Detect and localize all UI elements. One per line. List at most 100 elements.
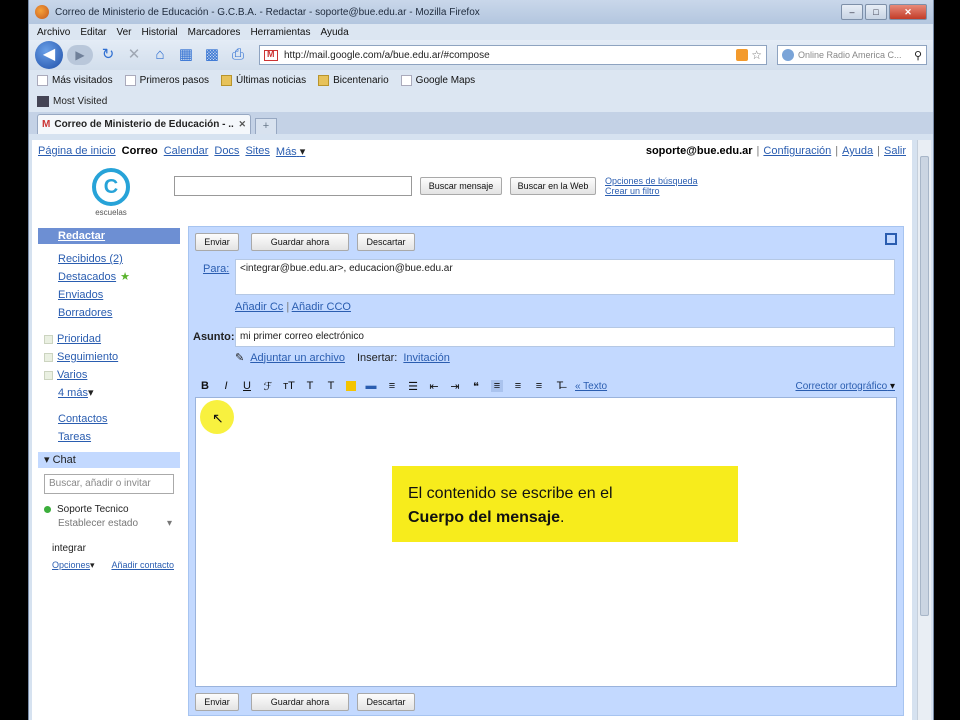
numbered-list-icon[interactable]: ≡	[386, 380, 398, 392]
menu-marcadores[interactable]: Marcadores	[188, 27, 241, 38]
bookmark-ultimas-noticias[interactable]: Últimas noticias	[221, 74, 306, 86]
popout-icon[interactable]	[885, 233, 897, 245]
toolbar-icon[interactable]	[37, 95, 49, 107]
chat-options-link[interactable]: Opciones	[52, 560, 90, 570]
invitation-link[interactable]: Invitación	[403, 352, 449, 364]
maximize-button[interactable]: □	[865, 4, 887, 20]
compose-link[interactable]: Redactar	[38, 228, 180, 244]
tab-correo[interactable]: M Correo de Ministerio de Educación - ..…	[37, 114, 251, 134]
send-button-bottom[interactable]: Enviar	[195, 693, 239, 711]
bookmark-primeros-pasos[interactable]: Primeros pasos	[124, 74, 209, 86]
to-label[interactable]: Para:	[203, 263, 229, 275]
menu-editar[interactable]: Editar	[80, 27, 106, 38]
gbar-docs-link[interactable]: Docs	[214, 145, 239, 158]
message-body-editor[interactable]: ↖ El contenido se escribe en el Cuerpo d…	[195, 397, 897, 687]
align-right-icon[interactable]: ≡	[533, 380, 545, 392]
gbar-more-link[interactable]: Más ▾	[276, 145, 305, 158]
new-tab-button[interactable]: +	[255, 118, 277, 134]
add-contact-link[interactable]: Añadir contacto	[111, 560, 174, 571]
close-button[interactable]: ✕	[889, 4, 927, 20]
emoticon-icon[interactable]	[346, 381, 356, 391]
send-button-top[interactable]: Enviar	[195, 233, 239, 251]
page-scrollbar[interactable]	[917, 140, 931, 720]
font-icon[interactable]: ℱ	[262, 380, 274, 393]
help-link[interactable]: Ayuda	[842, 145, 873, 157]
search-options-link[interactable]: Opciones de búsqueda	[605, 176, 698, 186]
nav-sent[interactable]: Enviados	[58, 289, 103, 301]
bold-icon[interactable]: B	[199, 380, 211, 392]
menu-ayuda[interactable]: Ayuda	[320, 27, 348, 38]
nav-inbox[interactable]: Recibidos (2)	[58, 253, 123, 265]
rss-icon[interactable]	[736, 49, 749, 61]
underline-icon[interactable]: U	[241, 380, 253, 392]
addon2-icon[interactable]: ▩	[201, 44, 223, 66]
search-mail-button[interactable]: Buscar mensaje	[420, 177, 502, 195]
nav-tasks[interactable]: Tareas	[58, 431, 91, 443]
chat-search-input[interactable]: Buscar, añadir o invitar	[44, 474, 174, 494]
menu-historial[interactable]: Historial	[142, 27, 178, 38]
nav-drafts[interactable]: Borradores	[58, 307, 112, 319]
search-icon[interactable]: ⚲	[914, 49, 922, 62]
highlight-icon[interactable]: T	[325, 380, 337, 392]
close-tab-icon[interactable]: ✕	[238, 119, 246, 130]
url-bar[interactable]: http://mail.google.com/a/bue.edu.ar/#com…	[259, 45, 767, 65]
url-text[interactable]: http://mail.google.com/a/bue.edu.ar/#com…	[284, 50, 736, 61]
bookmark-bicentenario[interactable]: Bicentenario	[318, 74, 389, 86]
browser-search-box[interactable]: Online Radio America C... ⚲	[777, 45, 927, 65]
attach-file-link[interactable]: Adjuntar un archivo	[250, 352, 345, 364]
back-button[interactable]: ◀	[35, 41, 63, 69]
home-icon[interactable]: ⌂	[149, 44, 171, 66]
search-engine-icon[interactable]	[782, 49, 794, 61]
plain-text-link[interactable]: « Texto	[575, 381, 607, 392]
link-icon[interactable]: ▬	[365, 380, 377, 392]
bookmark-mas-visitados[interactable]: Más visitados	[37, 74, 113, 86]
add-cc-link[interactable]: Añadir Cc	[235, 301, 283, 313]
gbar-sites-link[interactable]: Sites	[245, 145, 269, 158]
add-bcc-link[interactable]: Añadir CCO	[292, 301, 351, 313]
set-status-dropdown[interactable]: Establecer estado ▾	[38, 518, 180, 529]
chat-header[interactable]: ▾ Chat	[38, 452, 180, 468]
nav-contacts[interactable]: Contactos	[58, 413, 108, 425]
font-size-icon[interactable]: ᴛT	[283, 380, 295, 392]
nav-more-labels[interactable]: 4 más	[58, 387, 88, 399]
bookmark-star-icon[interactable]: ☆	[751, 48, 762, 62]
nav-label-seguimiento[interactable]: Seguimiento	[57, 348, 118, 366]
addon-icon[interactable]: ▦	[175, 44, 197, 66]
align-left-icon[interactable]: ≡	[491, 380, 503, 392]
text-color-icon[interactable]: T	[304, 380, 316, 392]
logout-link[interactable]: Salir	[884, 145, 906, 157]
bulleted-list-icon[interactable]: ☰	[407, 380, 419, 393]
discard-button-top[interactable]: Descartar	[357, 233, 415, 251]
print-icon[interactable]: ⎙	[227, 44, 249, 66]
indent-more-icon[interactable]: ⇥	[449, 380, 461, 393]
menu-archivo[interactable]: Archivo	[37, 27, 70, 38]
bookmark-google-maps[interactable]: Google Maps	[400, 74, 475, 86]
escuelas-logo[interactable]: C escuelas	[88, 168, 134, 217]
minimize-button[interactable]: –	[841, 4, 863, 20]
indent-less-icon[interactable]: ⇤	[428, 380, 440, 393]
nav-starred[interactable]: Destacados	[58, 268, 116, 286]
subject-field[interactable]: mi primer correo electrónico	[235, 327, 895, 347]
mail-search-input[interactable]	[174, 176, 412, 196]
menu-herramientas[interactable]: Herramientas	[250, 27, 310, 38]
chat-contact-item[interactable]: integrar	[38, 543, 180, 554]
save-now-button-bottom[interactable]: Guardar ahora	[251, 693, 349, 711]
remove-format-icon[interactable]: T̶	[554, 380, 566, 392]
gbar-home-link[interactable]: Página de inicio	[38, 145, 116, 158]
menu-ver[interactable]: Ver	[116, 27, 131, 38]
align-center-icon[interactable]: ≡	[512, 380, 524, 392]
spellcheck-dropdown[interactable]: Corrector ortográfico ▾	[795, 381, 895, 392]
most-visited-menu[interactable]: Most Visited	[53, 96, 107, 107]
nav-label-prioridad[interactable]: Prioridad	[57, 330, 101, 348]
forward-button[interactable]: ▶	[67, 45, 93, 65]
gbar-calendar-link[interactable]: Calendar	[164, 145, 209, 158]
stop-icon[interactable]: ✕	[123, 44, 145, 66]
nav-label-varios[interactable]: Varios	[57, 366, 87, 384]
scrollbar-thumb[interactable]	[920, 156, 929, 616]
save-now-button-top[interactable]: Guardar ahora	[251, 233, 349, 251]
chat-self[interactable]: Soporte Tecnico	[38, 504, 180, 515]
create-filter-link[interactable]: Crear un filtro	[605, 186, 660, 196]
settings-link[interactable]: Configuración	[763, 145, 831, 157]
to-field[interactable]: <integrar@bue.edu.ar>, educacion@bue.edu…	[235, 259, 895, 295]
search-web-button[interactable]: Buscar en la Web	[510, 177, 596, 195]
